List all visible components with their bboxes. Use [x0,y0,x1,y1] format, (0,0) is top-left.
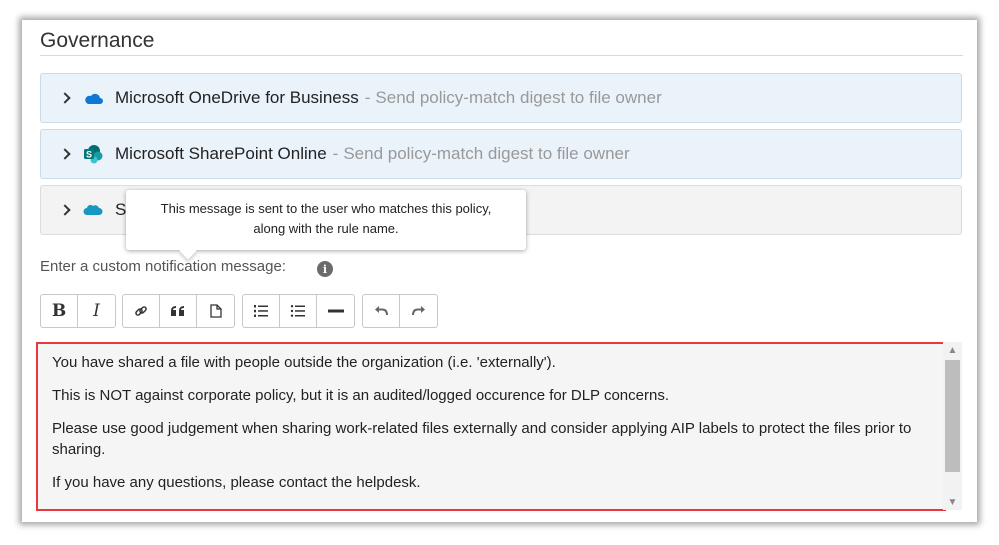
link-button[interactable] [123,295,160,327]
bold-button[interactable]: B [41,295,78,327]
tooltip-line-1: This message is sent to the user who mat… [160,201,492,216]
quote-button[interactable] [160,295,197,327]
panel-separator: - [332,144,339,163]
panel-description: Send policy-match digest to file owner [375,88,662,107]
chevron-right-icon[interactable] [59,92,71,104]
panel-name: Microsoft SharePoint Online [115,144,327,163]
quote-icon [171,306,184,316]
bulleted-list-button[interactable] [280,295,317,327]
scroll-down-icon[interactable]: ▼ [943,494,962,510]
tooltip-line-2: along with the rule name. [253,221,399,236]
redo-button[interactable] [400,295,437,327]
document-icon [209,304,222,318]
salesforce-cloud-icon [83,200,103,220]
editor-scrollbar[interactable]: ▲ ▼ [943,342,962,510]
editor-paragraph: If you have any questions, please contac… [52,474,421,491]
undo-button[interactable] [363,295,400,327]
governance-window: Governance Microsoft OneDrive for Busine… [22,20,977,522]
notification-message-editor[interactable]: You have shared a file with people outsi… [36,342,946,511]
title-divider [40,55,963,56]
chevron-right-icon[interactable] [59,204,71,216]
format-group: B I [40,294,116,328]
panel-name: Microsoft OneDrive for Business [115,88,359,107]
undo-icon [375,306,388,316]
insert-toolbar [122,294,235,328]
insert-group [122,294,235,328]
panel-sharepoint[interactable]: S Microsoft SharePoint Online - Send pol… [40,129,962,179]
scrollbar-thumb[interactable] [945,360,960,472]
editor-paragraph: This is NOT against corporate policy, bu… [52,387,669,404]
history-group [362,294,438,328]
history-toolbar [362,294,438,328]
list-group [242,294,355,328]
numbered-list-icon [254,305,268,317]
horizontal-rule-icon [327,309,344,313]
onedrive-cloud-icon [83,88,103,108]
italic-label: I [93,301,100,321]
panel-separator: - [364,88,371,107]
info-tooltip: This message is sent to the user who mat… [126,190,526,250]
notification-label: Enter a custom notification message: [40,258,286,275]
section-title: Governance [40,29,155,52]
redo-icon [411,306,425,316]
horizontal-rule-button[interactable] [317,295,354,327]
link-icon [135,306,147,316]
document-button[interactable] [197,295,234,327]
italic-button[interactable]: I [78,295,115,327]
bulleted-list-icon [290,305,305,317]
list-toolbar [242,294,355,328]
panel-onedrive[interactable]: Microsoft OneDrive for Business - Send p… [40,73,962,123]
svg-text:S: S [86,150,92,160]
scroll-up-icon[interactable]: ▲ [943,342,962,358]
bold-label: B [51,301,67,321]
editor-toolbar: B I [40,294,116,328]
editor-paragraph: Please use good judgement when sharing w… [52,420,912,458]
numbered-list-button[interactable] [243,295,280,327]
editor-paragraph: You have shared a file with people outsi… [52,354,556,371]
chevron-right-icon[interactable] [59,148,71,160]
sharepoint-icon: S [83,144,103,164]
info-icon[interactable]: i [317,261,333,277]
panel-description: Send policy-match digest to file owner [343,144,630,163]
